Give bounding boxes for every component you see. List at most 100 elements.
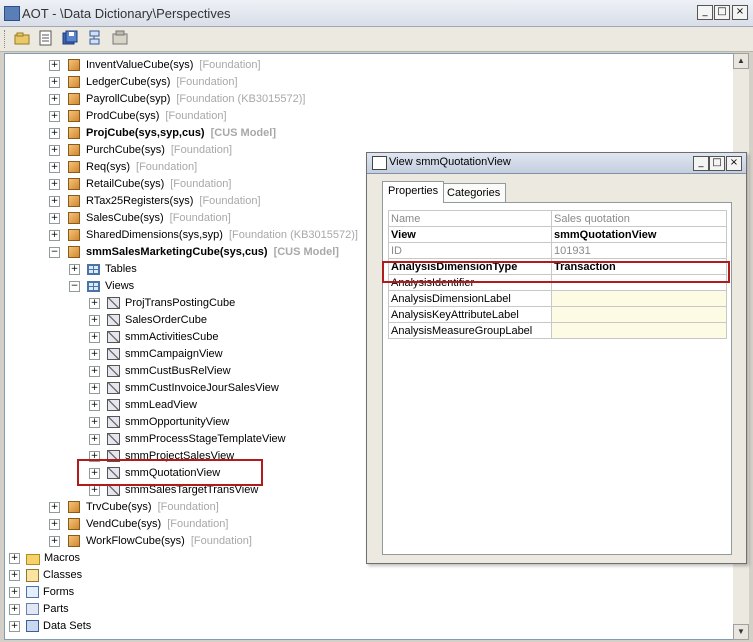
view-icon bbox=[107, 433, 120, 446]
tree-node-req[interactable]: + Req(sys) [Foundation] bbox=[49, 159, 197, 176]
tree-node-projcube[interactable]: + ProjCube(sys,syp,cus) [CUS Model] bbox=[49, 125, 276, 142]
scroll-down-icon[interactable]: ▼ bbox=[733, 624, 749, 640]
tree-node-rtax25registers[interactable]: + RTax25Registers(sys) [Foundation] bbox=[49, 193, 261, 210]
property-row-name[interactable]: Name Sales quotation bbox=[388, 210, 727, 227]
tree-node-retailcube[interactable]: + RetailCube(sys) [Foundation] bbox=[49, 176, 231, 193]
collapse-icon[interactable]: − bbox=[69, 280, 80, 292]
tree-node-prodcube[interactable]: + ProdCube(sys) [Foundation] bbox=[49, 108, 227, 125]
property-row-view[interactable]: View smmQuotationView bbox=[388, 226, 727, 243]
properties-title-bar[interactable]: View smmQuotationView _ □ × bbox=[367, 153, 746, 174]
tree-node-views[interactable]: − Views bbox=[69, 278, 134, 295]
expand-icon[interactable]: + bbox=[9, 569, 20, 581]
open-icon[interactable] bbox=[14, 30, 30, 46]
tree-node-purchcube[interactable]: + PurchCube(sys) [Foundation] bbox=[49, 142, 232, 159]
view-icon bbox=[107, 331, 120, 344]
cube-icon bbox=[68, 195, 80, 208]
expand-icon[interactable]: + bbox=[69, 263, 80, 275]
tree-node-shareddimensions[interactable]: + SharedDimensions(sys,syp) [Foundation (K… bbox=[49, 227, 358, 244]
tree-node-salescube[interactable]: + SalesCube(sys) [Foundation] bbox=[49, 210, 231, 227]
tree-node-view[interactable]: + smmCustInvoiceJourSalesView bbox=[89, 380, 279, 397]
expand-icon[interactable]: + bbox=[49, 535, 60, 547]
maximize-button[interactable]: □ bbox=[714, 5, 730, 20]
expand-icon[interactable]: + bbox=[49, 59, 60, 71]
expand-icon[interactable]: + bbox=[49, 178, 60, 190]
tree-node-trvcube[interactable]: + TrvCube(sys) [Foundation] bbox=[49, 499, 219, 516]
expand-icon[interactable]: + bbox=[49, 195, 60, 207]
expand-icon[interactable]: + bbox=[89, 331, 100, 343]
expand-icon[interactable]: + bbox=[89, 348, 100, 360]
properties-maximize-button[interactable]: □ bbox=[709, 156, 725, 171]
expand-icon[interactable]: + bbox=[9, 603, 20, 615]
tree-node-macros[interactable]: + Macros bbox=[9, 550, 80, 567]
scroll-up-icon[interactable]: ▲ bbox=[733, 53, 749, 69]
expand-icon[interactable]: + bbox=[49, 110, 60, 122]
expand-icon[interactable]: + bbox=[49, 212, 60, 224]
properties-window[interactable]: View smmQuotationView _ □ × Properties C… bbox=[366, 152, 747, 564]
cube-icon bbox=[68, 229, 80, 242]
expand-icon[interactable]: + bbox=[89, 297, 100, 309]
property-row-analysis-measure-group-label[interactable]: AnalysisMeasureGroupLabel bbox=[388, 322, 727, 339]
minimize-button[interactable]: _ bbox=[697, 5, 713, 20]
properties-minimize-button[interactable]: _ bbox=[693, 156, 709, 171]
tree-node-view[interactable]: + smmProcessStageTemplateView bbox=[89, 431, 286, 448]
tab-properties[interactable]: Properties bbox=[382, 181, 445, 203]
view-icon bbox=[107, 382, 120, 395]
toolbar bbox=[0, 27, 753, 52]
import-icon[interactable] bbox=[87, 30, 103, 46]
expand-icon[interactable]: + bbox=[49, 93, 60, 105]
tree-node-data-sets[interactable]: + Data Sets bbox=[9, 618, 91, 635]
expand-icon[interactable]: + bbox=[89, 382, 100, 394]
tree-node-view[interactable]: + smmActivitiesCube bbox=[89, 329, 219, 346]
expand-icon[interactable]: + bbox=[9, 620, 20, 632]
properties-icon[interactable] bbox=[38, 30, 54, 46]
parts-icon bbox=[26, 603, 39, 616]
expand-icon[interactable]: + bbox=[9, 586, 20, 598]
expand-icon[interactable]: + bbox=[49, 161, 60, 173]
tab-categories[interactable]: Categories bbox=[441, 183, 507, 202]
tree-node-parts[interactable]: + Parts bbox=[9, 601, 69, 618]
expand-icon[interactable]: + bbox=[89, 416, 100, 428]
expand-icon[interactable]: + bbox=[89, 399, 100, 411]
close-button[interactable]: × bbox=[732, 5, 748, 20]
property-row-id[interactable]: ID 101931 bbox=[388, 242, 727, 259]
tree-node-view[interactable]: + ProjTransPostingCube bbox=[89, 295, 235, 312]
tree-node-view[interactable]: + smmOpportunityView bbox=[89, 414, 229, 431]
compile-icon[interactable] bbox=[112, 30, 128, 46]
collapse-icon[interactable]: − bbox=[49, 246, 60, 258]
tree-node-tables[interactable]: + Tables bbox=[69, 261, 137, 278]
expand-icon[interactable]: + bbox=[89, 314, 100, 326]
tree-node-view[interactable]: + smmLeadView bbox=[89, 397, 197, 414]
expand-icon[interactable]: + bbox=[9, 552, 20, 564]
view-icon bbox=[107, 399, 120, 412]
expand-icon[interactable]: + bbox=[49, 144, 60, 156]
highlight-quotation-view bbox=[77, 459, 263, 486]
save-all-icon[interactable] bbox=[62, 30, 78, 46]
cube-icon bbox=[68, 76, 80, 89]
tree-node-payrollcube[interactable]: + PayrollCube(syp) [Foundation (KB3015572)… bbox=[49, 91, 305, 108]
expand-icon[interactable]: + bbox=[49, 76, 60, 88]
property-row-analysis-dimension-label[interactable]: AnalysisDimensionLabel bbox=[388, 290, 727, 307]
properties-panel: Name Sales quotation View smmQuotationView… bbox=[382, 202, 732, 555]
tree-node-workflowcube[interactable]: + WorkFlowCube(sys) [Foundation] bbox=[49, 533, 252, 550]
properties-close-button[interactable]: × bbox=[726, 156, 742, 171]
view-icon bbox=[107, 297, 120, 310]
expand-icon[interactable]: + bbox=[49, 518, 60, 530]
expand-icon[interactable]: + bbox=[49, 229, 60, 241]
tree-node-smmsalesmarketingcube[interactable]: − smmSalesMarketingCube(sys,cus) [CUS Mode… bbox=[49, 244, 339, 261]
expand-icon[interactable]: + bbox=[89, 484, 100, 496]
expand-icon[interactable]: + bbox=[49, 501, 60, 513]
expand-icon[interactable]: + bbox=[49, 127, 60, 139]
tree-node-inventvaluecube[interactable]: + InventValueCube(sys) [Foundation] bbox=[49, 57, 261, 74]
tree-node-vendcube[interactable]: + VendCube(sys) [Foundation] bbox=[49, 516, 228, 533]
cube-icon bbox=[68, 246, 80, 259]
tree-node-view[interactable]: + smmCustBusRelView bbox=[89, 363, 231, 380]
tables-icon bbox=[87, 263, 100, 275]
tree-node-forms[interactable]: + Forms bbox=[9, 584, 74, 601]
property-row-analysis-key-attribute-label[interactable]: AnalysisKeyAttributeLabel bbox=[388, 306, 727, 323]
tree-node-view[interactable]: + smmCampaignView bbox=[89, 346, 223, 363]
expand-icon[interactable]: + bbox=[89, 365, 100, 377]
expand-icon[interactable]: + bbox=[89, 433, 100, 445]
tree-node-classes[interactable]: + Classes bbox=[9, 567, 82, 584]
tree-node-view[interactable]: + SalesOrderCube bbox=[89, 312, 207, 329]
tree-node-ledgercube[interactable]: + LedgerCube(sys) [Foundation] bbox=[49, 74, 238, 91]
